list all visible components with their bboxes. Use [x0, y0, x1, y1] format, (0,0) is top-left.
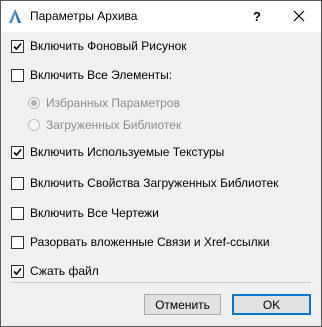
- all-drawings-label: Включить Все Чертежи: [30, 206, 159, 220]
- break-links-label: Разорвать вложенные Связи и Xref-ссылки: [30, 235, 270, 249]
- window-title: Параметры Архива: [30, 9, 138, 23]
- compress-file-label: Сжать файл: [30, 264, 99, 278]
- checkmark-icon: [13, 148, 22, 156]
- ok-button[interactable]: OK: [232, 294, 311, 315]
- dialog-content: Включить Фоновый Рисунок Включить Все Эл…: [1, 32, 321, 326]
- compress-file-checkbox[interactable]: [11, 264, 24, 278]
- radio-dot: [31, 100, 37, 106]
- selected-params-radio[interactable]: [28, 97, 40, 109]
- option-selected-params[interactable]: Избранных Параметров: [28, 95, 180, 111]
- cancel-button[interactable]: Отменить: [144, 294, 221, 315]
- option-background-image[interactable]: Включить Фоновый Рисунок: [11, 38, 187, 54]
- checkmark-icon: [13, 267, 22, 275]
- option-all-drawings[interactable]: Включить Все Чертежи: [11, 205, 159, 221]
- option-used-textures[interactable]: Включить Используемые Текстуры: [11, 144, 224, 160]
- option-break-links[interactable]: Разорвать вложенные Связи и Xref-ссылки: [11, 234, 270, 250]
- selected-params-label: Избранных Параметров: [46, 96, 180, 110]
- close-icon: [293, 10, 305, 22]
- loaded-libraries-label: Загруженных Библиотек: [46, 118, 182, 132]
- button-separator: [11, 282, 311, 283]
- break-links-checkbox[interactable]: [11, 235, 24, 249]
- loaded-libraries-radio[interactable]: [28, 119, 40, 131]
- archive-parameters-dialog: Параметры Архива ? Включить Фоновый Рису…: [0, 0, 322, 327]
- option-all-elements[interactable]: Включить Все Элементы:: [11, 67, 172, 83]
- close-button[interactable]: [284, 4, 314, 28]
- archicad-icon: [9, 9, 21, 23]
- all-drawings-checkbox[interactable]: [11, 206, 24, 220]
- option-loaded-libraries[interactable]: Загруженных Библиотек: [28, 117, 181, 133]
- background-image-checkbox[interactable]: [11, 39, 24, 53]
- help-button[interactable]: ?: [242, 4, 272, 28]
- library-properties-label: Включить Свойства Загруженных Библиотек: [30, 176, 279, 190]
- library-properties-checkbox[interactable]: [11, 176, 24, 190]
- option-compress-file[interactable]: Сжать файл: [11, 263, 99, 279]
- checkmark-icon: [13, 42, 22, 50]
- all-elements-checkbox[interactable]: [11, 68, 24, 82]
- background-image-label: Включить Фоновый Рисунок: [30, 39, 187, 53]
- option-library-properties[interactable]: Включить Свойства Загруженных Библиотек: [11, 175, 278, 191]
- all-elements-label: Включить Все Элементы:: [30, 68, 173, 82]
- used-textures-checkbox[interactable]: [11, 145, 24, 159]
- used-textures-label: Включить Используемые Текстуры: [30, 145, 225, 159]
- title-bar[interactable]: Параметры Архива ?: [1, 1, 321, 32]
